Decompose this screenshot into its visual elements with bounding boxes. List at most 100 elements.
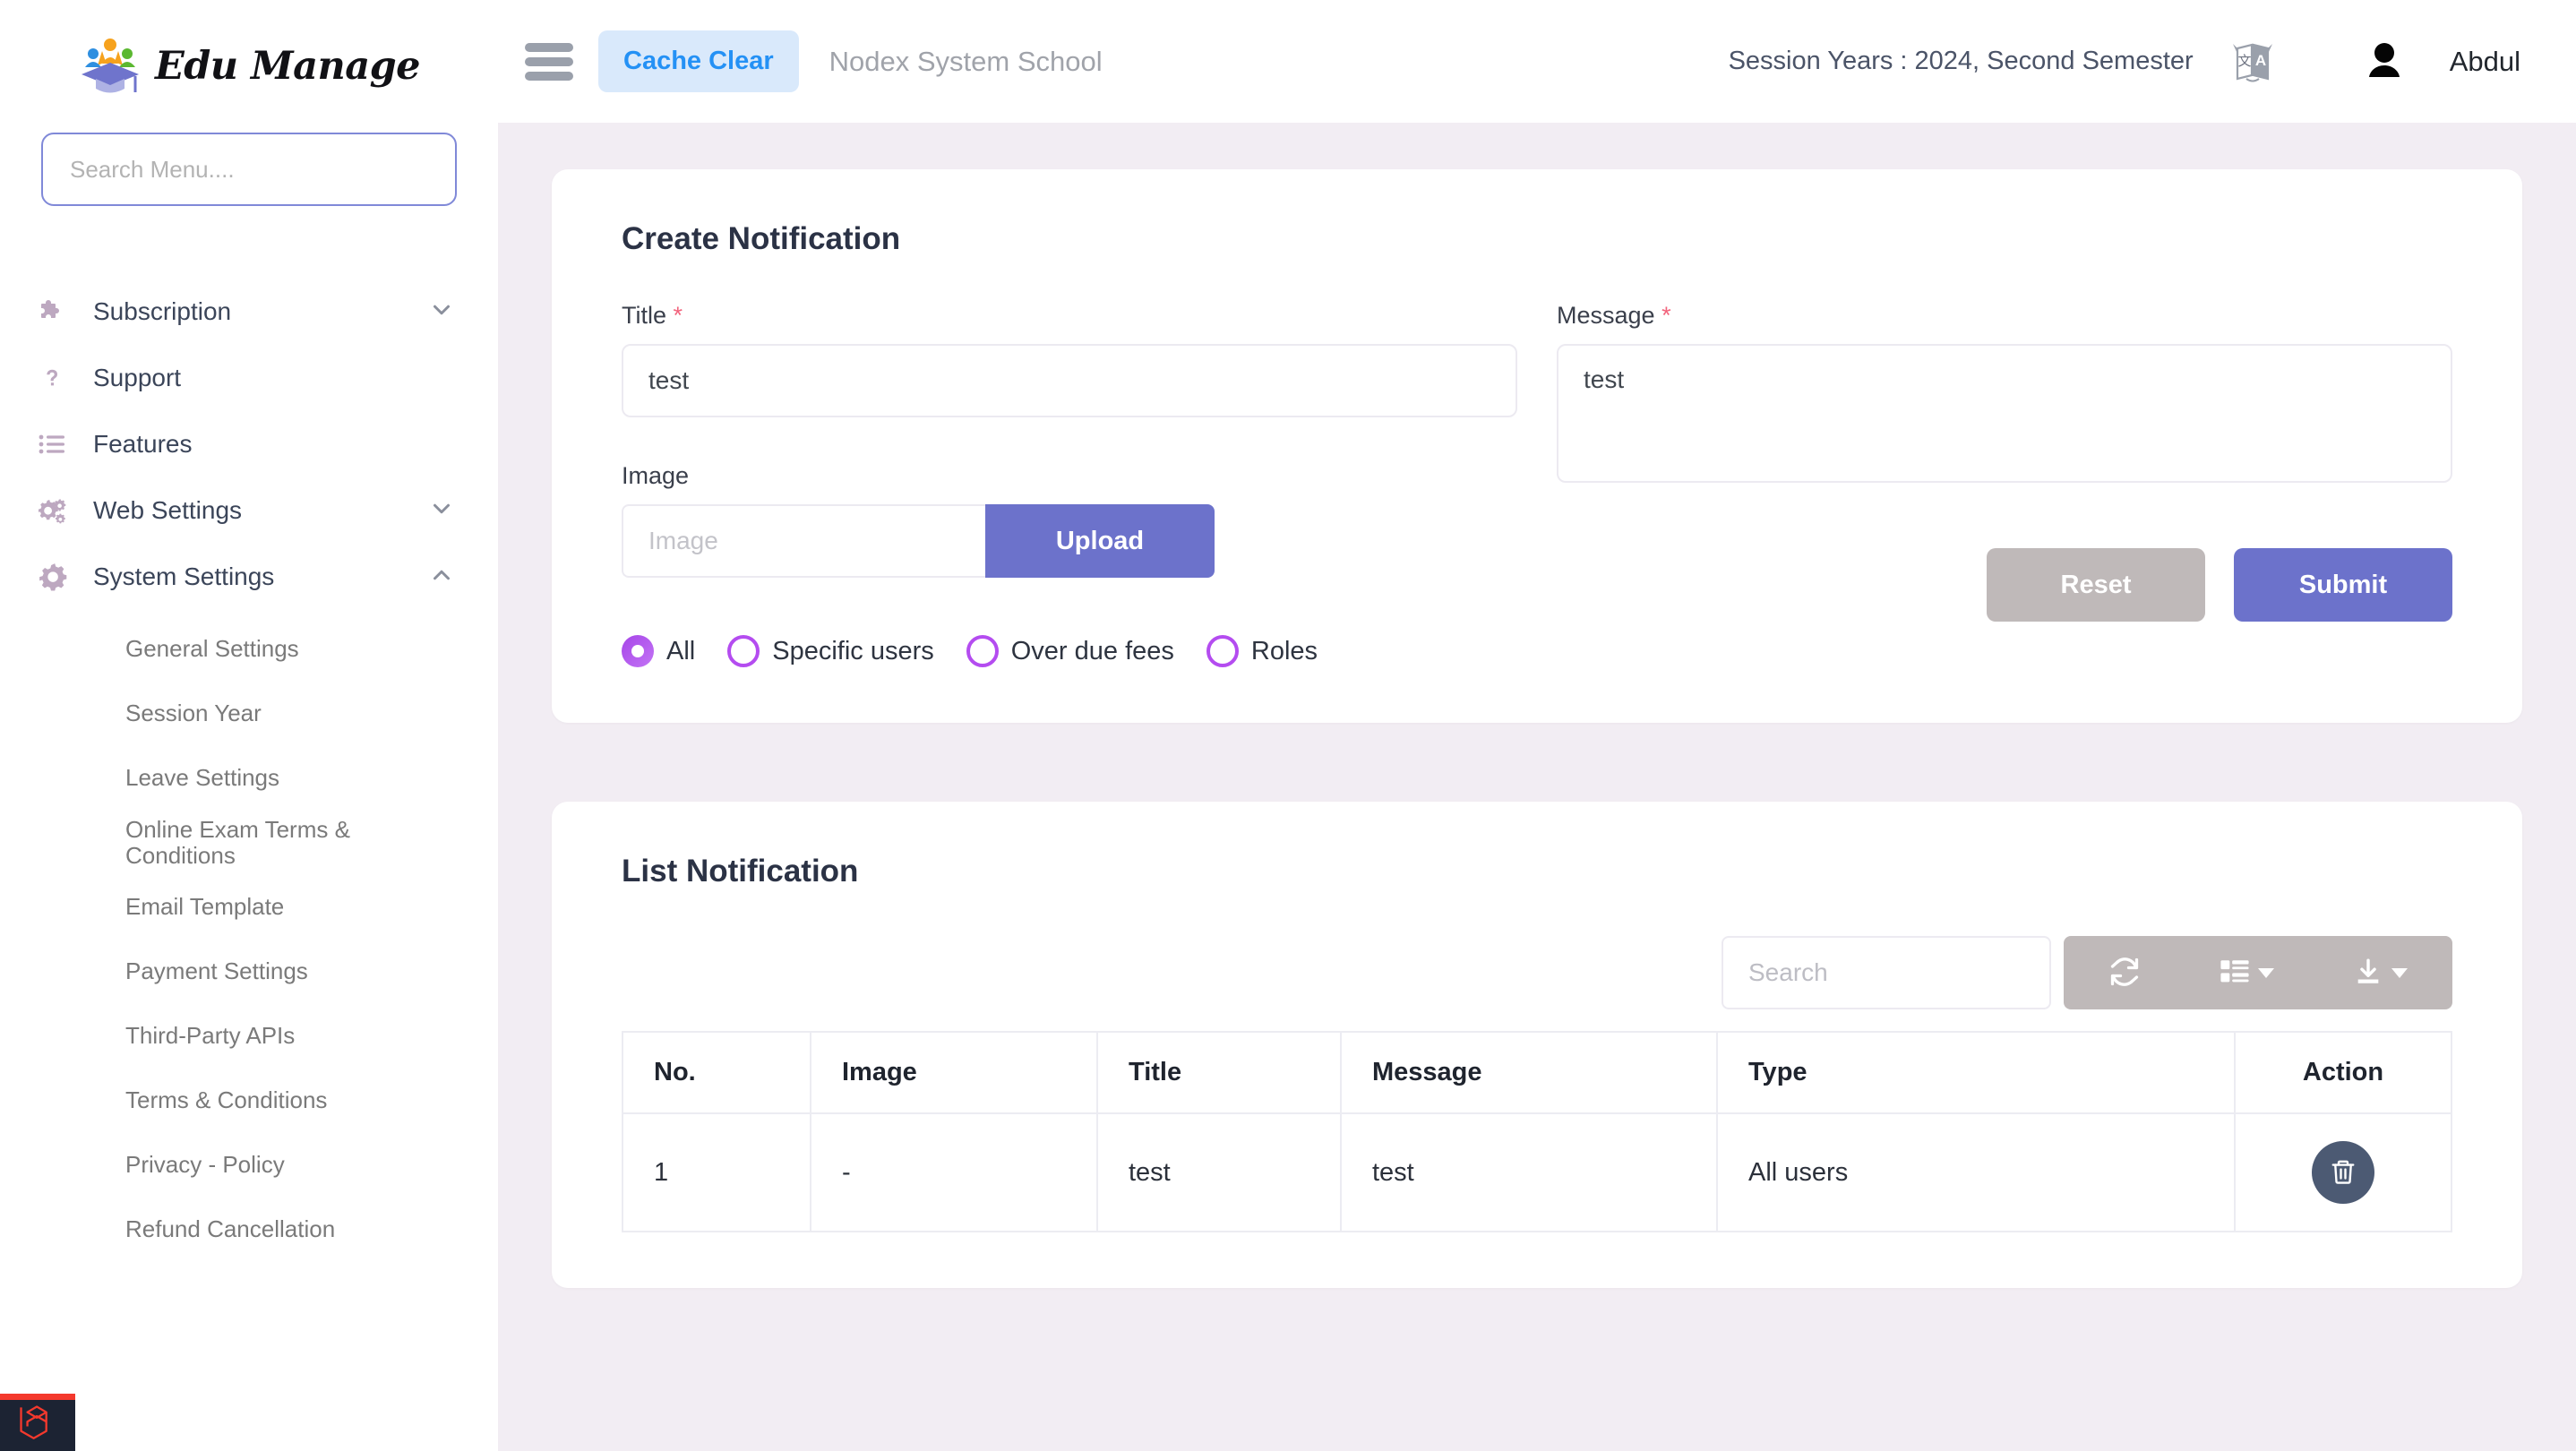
search-input[interactable]	[1722, 936, 2051, 1009]
laravel-logo-icon	[18, 1403, 57, 1448]
image-label: Image	[622, 462, 1517, 490]
form-grid: Title * Image Upload	[622, 302, 2452, 667]
translate-icon[interactable]: 文 A	[2229, 39, 2276, 85]
sidebar-subitem-label: Online Exam Terms & Conditions	[125, 815, 350, 869]
graduation-cap-logo-icon	[78, 37, 142, 96]
refresh-button[interactable]	[2069, 936, 2180, 1009]
sidebar-item-features[interactable]: Features	[0, 411, 498, 477]
form-actions: Reset Submit	[1557, 548, 2452, 622]
sidebar-item-label: Subscription	[93, 297, 232, 325]
trash-icon	[2330, 1158, 2357, 1188]
sidebar-item-label: System Settings	[93, 562, 275, 590]
radio-option-specific-users[interactable]: Specific users	[727, 635, 934, 667]
app-root: Edu Manage Subscription	[0, 0, 2576, 1451]
sidebar-subitem-payment-settings[interactable]: Payment Settings	[0, 940, 498, 1004]
radio-option-roles[interactable]: Roles	[1206, 635, 1318, 667]
radio-indicator	[1206, 635, 1239, 667]
export-icon	[2353, 957, 2383, 990]
session-years-label: Session Years : 2024, Second Semester	[1728, 47, 2194, 75]
table-head: No. Image Title Message Type Action	[622, 1031, 2452, 1114]
radio-label: Specific users	[772, 636, 934, 665]
menu-search-input[interactable]	[41, 133, 457, 206]
list-notification-card: List Notification Search No. Image Title…	[552, 802, 2522, 1288]
cell-action	[2234, 1112, 2452, 1232]
message-label-text: Message	[1557, 302, 1655, 329]
chevron-down-icon	[428, 495, 455, 527]
notifications-table: No. Image Title Message Type Action 1 -	[622, 1031, 2452, 1232]
columns-button[interactable]	[2180, 936, 2314, 1009]
puzzle-icon	[38, 297, 86, 326]
sidebar-subitem-third-party-apis[interactable]: Third-Party APIs	[0, 1004, 498, 1069]
table-header-row: No. Image Title Message Type Action	[622, 1031, 2452, 1114]
submit-button[interactable]: Submit	[2234, 548, 2452, 622]
column-header-action: Action	[2234, 1031, 2452, 1114]
question-mark-icon	[38, 364, 86, 392]
sidebar-subitem-general-settings[interactable]: General Settings	[0, 617, 498, 682]
sidebar-item-system-settings[interactable]: System Settings	[0, 544, 498, 610]
radio-option-over-due-fees[interactable]: Over due fees	[966, 635, 1174, 667]
chevron-down-icon	[428, 296, 455, 328]
delete-row-button[interactable]	[2312, 1141, 2374, 1204]
sidebar-nav: Subscription Support Features Web Settin…	[0, 245, 498, 1262]
column-header-no: No.	[622, 1031, 811, 1114]
export-button[interactable]	[2314, 936, 2447, 1009]
title-column: Title * Image Upload	[622, 302, 1517, 667]
chevron-down-icon	[2391, 967, 2408, 978]
column-header-image: Image	[810, 1031, 1098, 1114]
sidebar-subitem-label: Privacy - Policy	[125, 1151, 285, 1179]
sidebar-subitem-label: Refund Cancellation	[125, 1215, 336, 1243]
sidebar-subitem-online-exam-terms[interactable]: Online Exam Terms & Conditions	[0, 811, 498, 875]
sidebar-item-support[interactable]: Support	[0, 345, 498, 411]
list-icon	[38, 430, 86, 459]
hamburger-icon[interactable]	[525, 42, 573, 81]
radio-label: All	[666, 636, 696, 665]
user-name: Abdul	[2449, 45, 2520, 77]
message-textarea[interactable]	[1557, 344, 2452, 483]
cell-message: test	[1340, 1112, 1718, 1232]
content-scroll: Create Notification Title * Image	[498, 123, 2576, 1451]
image-input[interactable]	[622, 504, 985, 578]
refresh-icon	[2108, 956, 2141, 991]
required-asterisk: *	[1662, 302, 1671, 329]
sidebar-subitem-email-template[interactable]: Email Template	[0, 875, 498, 940]
hamburger-bar	[525, 56, 573, 66]
sidebar-item-label: Support	[93, 364, 182, 391]
laravel-debugbar-button[interactable]	[0, 1394, 75, 1451]
upload-button[interactable]: Upload	[985, 504, 1215, 578]
sidebar-subitem-session-year[interactable]: Session Year	[0, 682, 498, 746]
gear-icon	[38, 562, 86, 592]
sidebar-subitem-terms-conditions[interactable]: Terms & Conditions	[0, 1069, 498, 1133]
radio-option-all[interactable]: All	[622, 635, 695, 667]
topbar: Cache Clear Nodex System School Session …	[498, 0, 2576, 123]
sidebar-subitem-privacy-policy[interactable]: Privacy - Policy	[0, 1133, 498, 1198]
column-header-type: Type	[1716, 1031, 2236, 1114]
cell-title: test	[1096, 1112, 1342, 1232]
sidebar-subitem-label: Payment Settings	[125, 957, 308, 985]
sidebar-subitem-refund-cancellation[interactable]: Refund Cancellation	[0, 1198, 498, 1262]
cache-clear-button[interactable]: Cache Clear	[598, 30, 799, 92]
gears-icon	[38, 496, 86, 525]
radio-label: Over due fees	[1010, 636, 1174, 665]
title-label-text: Title	[622, 302, 667, 329]
list-title: List Notification	[622, 854, 859, 889]
sidebar-subitem-label: Leave Settings	[125, 764, 280, 792]
svg-text:文: 文	[2237, 53, 2251, 69]
school-name: Nodex System School	[829, 45, 1103, 77]
main-area: Cache Clear Nodex System School Session …	[498, 0, 2576, 1451]
brand-name: Edu Manage	[154, 44, 421, 89]
image-upload-row: Upload	[622, 504, 1517, 578]
sidebar-subitem-leave-settings[interactable]: Leave Settings	[0, 746, 498, 811]
title-input[interactable]	[622, 344, 1517, 417]
reset-button[interactable]: Reset	[1987, 548, 2205, 622]
cell-no: 1	[622, 1112, 811, 1232]
menu-search-wrap	[0, 133, 498, 206]
columns-icon	[2220, 957, 2250, 990]
sidebar-item-web-settings[interactable]: Web Settings	[0, 477, 498, 544]
cell-image: -	[810, 1112, 1098, 1232]
user-avatar-icon[interactable]	[2358, 36, 2410, 88]
radio-indicator	[966, 635, 999, 667]
radio-indicator	[727, 635, 760, 667]
sidebar-item-subscription[interactable]: Subscription	[0, 279, 498, 345]
brand-logo[interactable]: Edu Manage	[0, 0, 498, 133]
message-column: Message * Reset Submit	[1557, 302, 2452, 667]
